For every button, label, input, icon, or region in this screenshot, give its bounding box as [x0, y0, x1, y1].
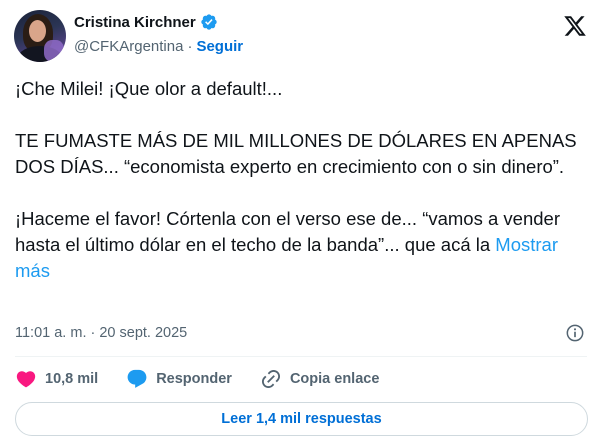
timestamp-row: 11:01 a. m. · 20 sept. 2025: [15, 322, 587, 344]
author-handle-row: @CFKArgentina · Seguir: [74, 36, 243, 56]
tweet-paragraph-3-text: ¡Haceme el favor! Córtenla con el verso …: [15, 208, 560, 255]
divider: [15, 356, 587, 357]
like-button[interactable]: 10,8 mil: [15, 368, 98, 390]
author-name[interactable]: Cristina Kirchner: [74, 14, 196, 31]
tweet-header: Cristina Kirchner @CFKArgentina · Seguir: [14, 10, 588, 62]
speech-bubble-icon: [127, 369, 147, 388]
tweet-text: ¡Che Milei! ¡Que olor a default!... TE F…: [15, 76, 585, 284]
verified-badge-icon: [201, 14, 217, 30]
like-count: 10,8 mil: [45, 371, 99, 387]
avatar[interactable]: [14, 10, 66, 62]
follow-button[interactable]: Seguir: [196, 38, 243, 55]
copy-link-button[interactable]: Copia enlace: [260, 368, 379, 390]
tweet-line-1: ¡Che Milei! ¡Que olor a default!...: [15, 78, 283, 99]
link-icon: [261, 369, 280, 389]
author-handle[interactable]: @CFKArgentina: [74, 38, 183, 55]
reply-label: Responder: [156, 371, 232, 387]
tweet-paragraph-2: TE FUMASTE MÁS DE MIL MILLONES DE DÓLARE…: [15, 130, 577, 177]
action-bar: 10,8 mil Responder Copia enlace: [15, 367, 379, 391]
author-name-row: Cristina Kirchner: [74, 11, 218, 33]
separator-dot: ·: [187, 37, 193, 55]
copy-link-label: Copia enlace: [289, 371, 380, 387]
tweet-card: Cristina Kirchner @CFKArgentina · Seguir…: [0, 0, 600, 438]
x-logo-icon[interactable]: [562, 14, 588, 38]
info-icon[interactable]: [565, 323, 585, 343]
heart-icon: [16, 371, 36, 388]
timestamp[interactable]: 11:01 a. m. · 20 sept. 2025: [15, 325, 187, 341]
tweet-paragraph-3: ¡Haceme el favor! Córtenla con el verso …: [15, 206, 585, 284]
reply-button[interactable]: Responder: [126, 368, 232, 390]
read-replies-button[interactable]: Leer 1,4 mil respuestas: [15, 402, 588, 436]
